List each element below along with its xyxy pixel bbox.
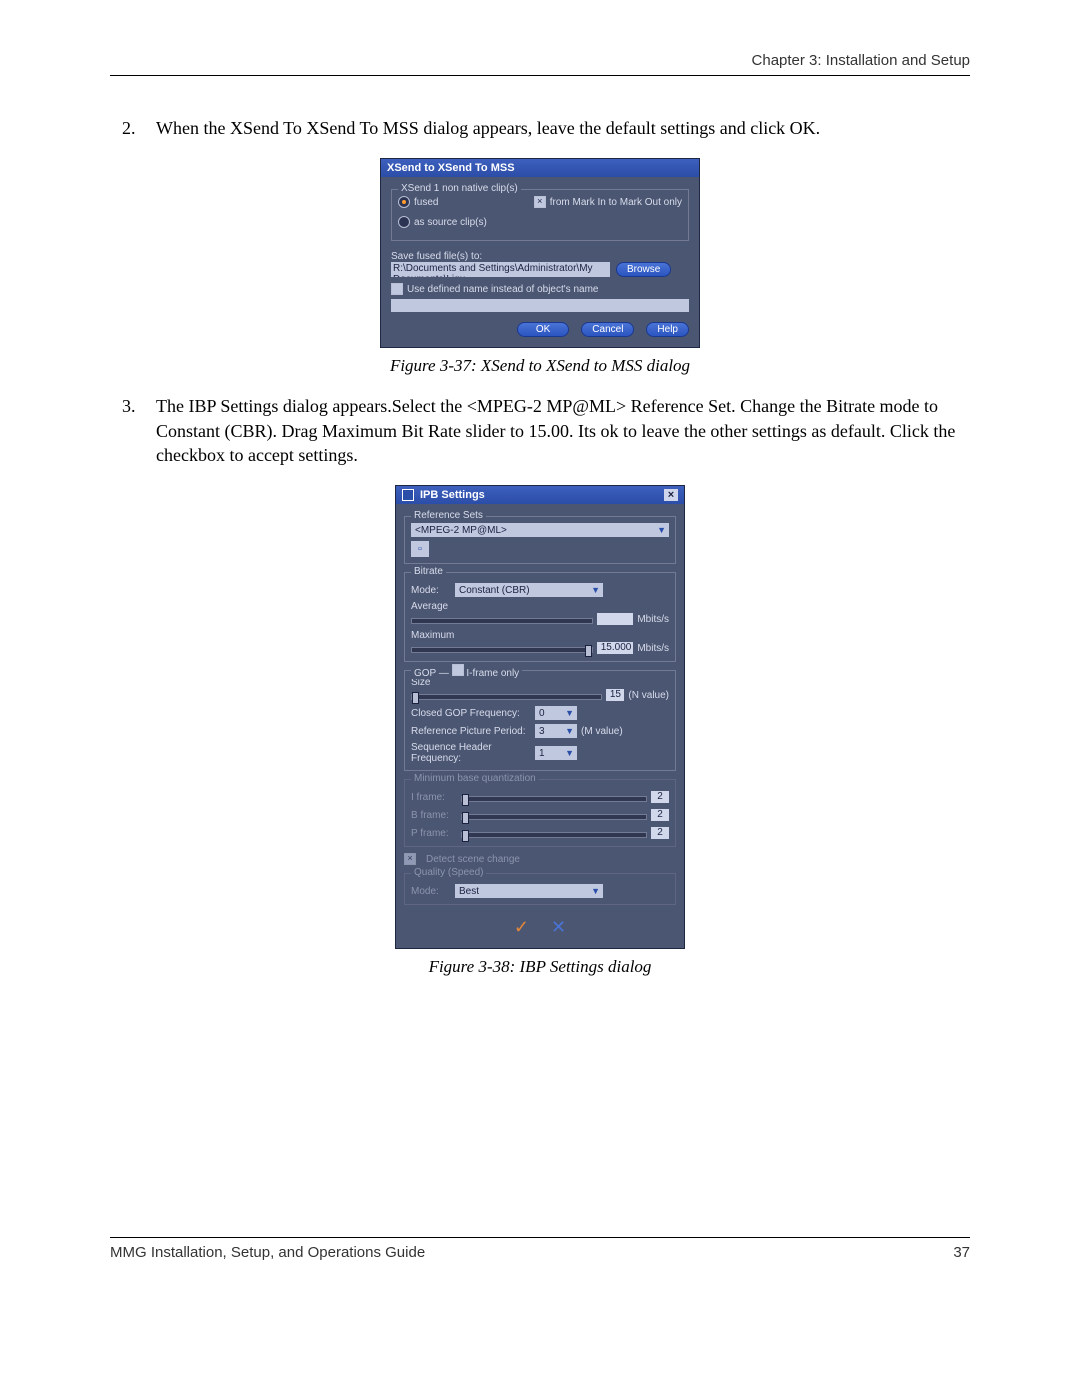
check-iframe-only[interactable]: [452, 664, 464, 676]
quality-legend: Quality (Speed): [411, 867, 486, 878]
quality-value: Best: [459, 886, 479, 897]
max-slider[interactable]: [411, 647, 593, 653]
figure-37-caption: Figure 3-37: XSend to XSend to MSS dialo…: [110, 356, 970, 376]
check-detect-scene: [404, 853, 416, 865]
iframe-slider: [461, 796, 647, 802]
check-use-defined-label: Use defined name instead of object's nam…: [407, 284, 598, 295]
save-path-input[interactable]: R:\Documents and Settings\Administrator\…: [391, 262, 610, 277]
avg-unit: Mbits/s: [637, 614, 669, 625]
footer-title: MMG Installation, Setup, and Operations …: [110, 1244, 425, 1261]
ibp-dialog: IPB Settings × Reference Sets <MPEG-2 MP…: [395, 485, 685, 949]
chevron-down-icon: ▼: [565, 726, 574, 736]
check-markinout[interactable]: [534, 196, 546, 208]
chevron-down-icon: ▼: [565, 708, 574, 718]
quality-mode-label: Mode:: [411, 886, 451, 897]
cancel-button[interactable]: Cancel: [581, 322, 634, 337]
ref-pic-label: Reference Picture Period:: [411, 726, 531, 737]
check-use-defined[interactable]: [391, 283, 403, 295]
menu-icon[interactable]: [402, 489, 414, 501]
bitrate-legend: Bitrate: [411, 566, 446, 577]
xsend-dialog: XSend to XSend To MSS XSend 1 non native…: [380, 158, 700, 348]
chevron-down-icon: ▼: [591, 585, 600, 595]
bframe-label: B frame:: [411, 810, 457, 821]
seq-hdr-select[interactable]: 1▼: [535, 746, 577, 760]
bitrate-mode-value: Constant (CBR): [459, 585, 530, 596]
radio-source-label: as source clip(s): [414, 217, 487, 228]
close-icon[interactable]: ×: [664, 489, 678, 501]
pframe-val: 2: [651, 827, 669, 839]
iframe-label: I frame:: [411, 792, 457, 803]
bframe-slider: [461, 814, 647, 820]
size-value[interactable]: 15: [606, 689, 624, 701]
footer-page: 37: [953, 1244, 970, 1261]
step-2: When the XSend To XSend To MSS dialog ap…: [156, 116, 970, 140]
radio-source[interactable]: [398, 216, 410, 228]
figure-38-caption: Figure 3-38: IBP Settings dialog: [110, 957, 970, 977]
chevron-down-icon: ▼: [565, 748, 574, 758]
chevron-down-icon: ▼: [591, 886, 600, 896]
size-slider[interactable]: [411, 694, 602, 700]
refsets-legend: Reference Sets: [411, 510, 486, 521]
help-button[interactable]: Help: [646, 322, 689, 337]
browse-button[interactable]: Browse: [616, 262, 671, 277]
max-value: 15.000: [597, 642, 633, 654]
quality-select[interactable]: Best ▼: [455, 884, 603, 898]
defined-name-input[interactable]: [391, 299, 689, 312]
seq-hdr-label: Sequence Header Frequency:: [411, 742, 531, 764]
save-refset-icon[interactable]: ▫: [411, 541, 429, 557]
page-header: Chapter 3: Installation and Setup: [110, 52, 970, 76]
bitrate-mode-select[interactable]: Constant (CBR) ▼: [455, 583, 603, 597]
detect-scene-label: Detect scene change: [426, 854, 520, 865]
iframe-val: 2: [651, 791, 669, 803]
check-markinout-label: from Mark In to Mark Out only: [550, 197, 682, 208]
ibp-title: IPB Settings: [420, 489, 485, 501]
pframe-label: P frame:: [411, 828, 457, 839]
n-value-label: (N value): [628, 690, 669, 701]
gop-legend: GOP — I-frame only: [411, 664, 522, 679]
ok-button[interactable]: OK: [517, 322, 569, 337]
closed-gop-label: Closed GOP Frequency:: [411, 708, 531, 719]
bframe-val: 2: [651, 809, 669, 821]
xsend-title: XSend to XSend To MSS: [381, 159, 699, 177]
min-quant-legend: Minimum base quantization: [411, 773, 539, 784]
radio-fused[interactable]: [398, 196, 410, 208]
step-3: The IBP Settings dialog appears.Select t…: [156, 394, 970, 467]
save-to-label: Save fused file(s) to:: [391, 251, 689, 262]
radio-fused-label: fused: [414, 197, 438, 208]
m-value-label: (M value): [581, 726, 623, 737]
max-unit: Mbits/s: [637, 643, 669, 654]
average-label: Average: [411, 601, 669, 612]
xsend-nonnative-legend: XSend 1 non native clip(s): [398, 183, 521, 194]
ref-pic-select[interactable]: 3▼: [535, 724, 577, 738]
cancel-icon[interactable]: ✕: [551, 917, 566, 938]
mode-label: Mode:: [411, 585, 451, 596]
closed-gop-select[interactable]: 0▼: [535, 706, 577, 720]
avg-value: [597, 613, 633, 625]
chevron-down-icon: ▼: [657, 525, 666, 535]
pframe-slider: [461, 832, 647, 838]
accept-icon[interactable]: ✓: [514, 917, 529, 938]
refset-select[interactable]: <MPEG-2 MP@ML> ▼: [411, 523, 669, 537]
maximum-label: Maximum: [411, 630, 669, 641]
avg-slider[interactable]: [411, 618, 593, 624]
refset-value: <MPEG-2 MP@ML>: [415, 525, 507, 536]
